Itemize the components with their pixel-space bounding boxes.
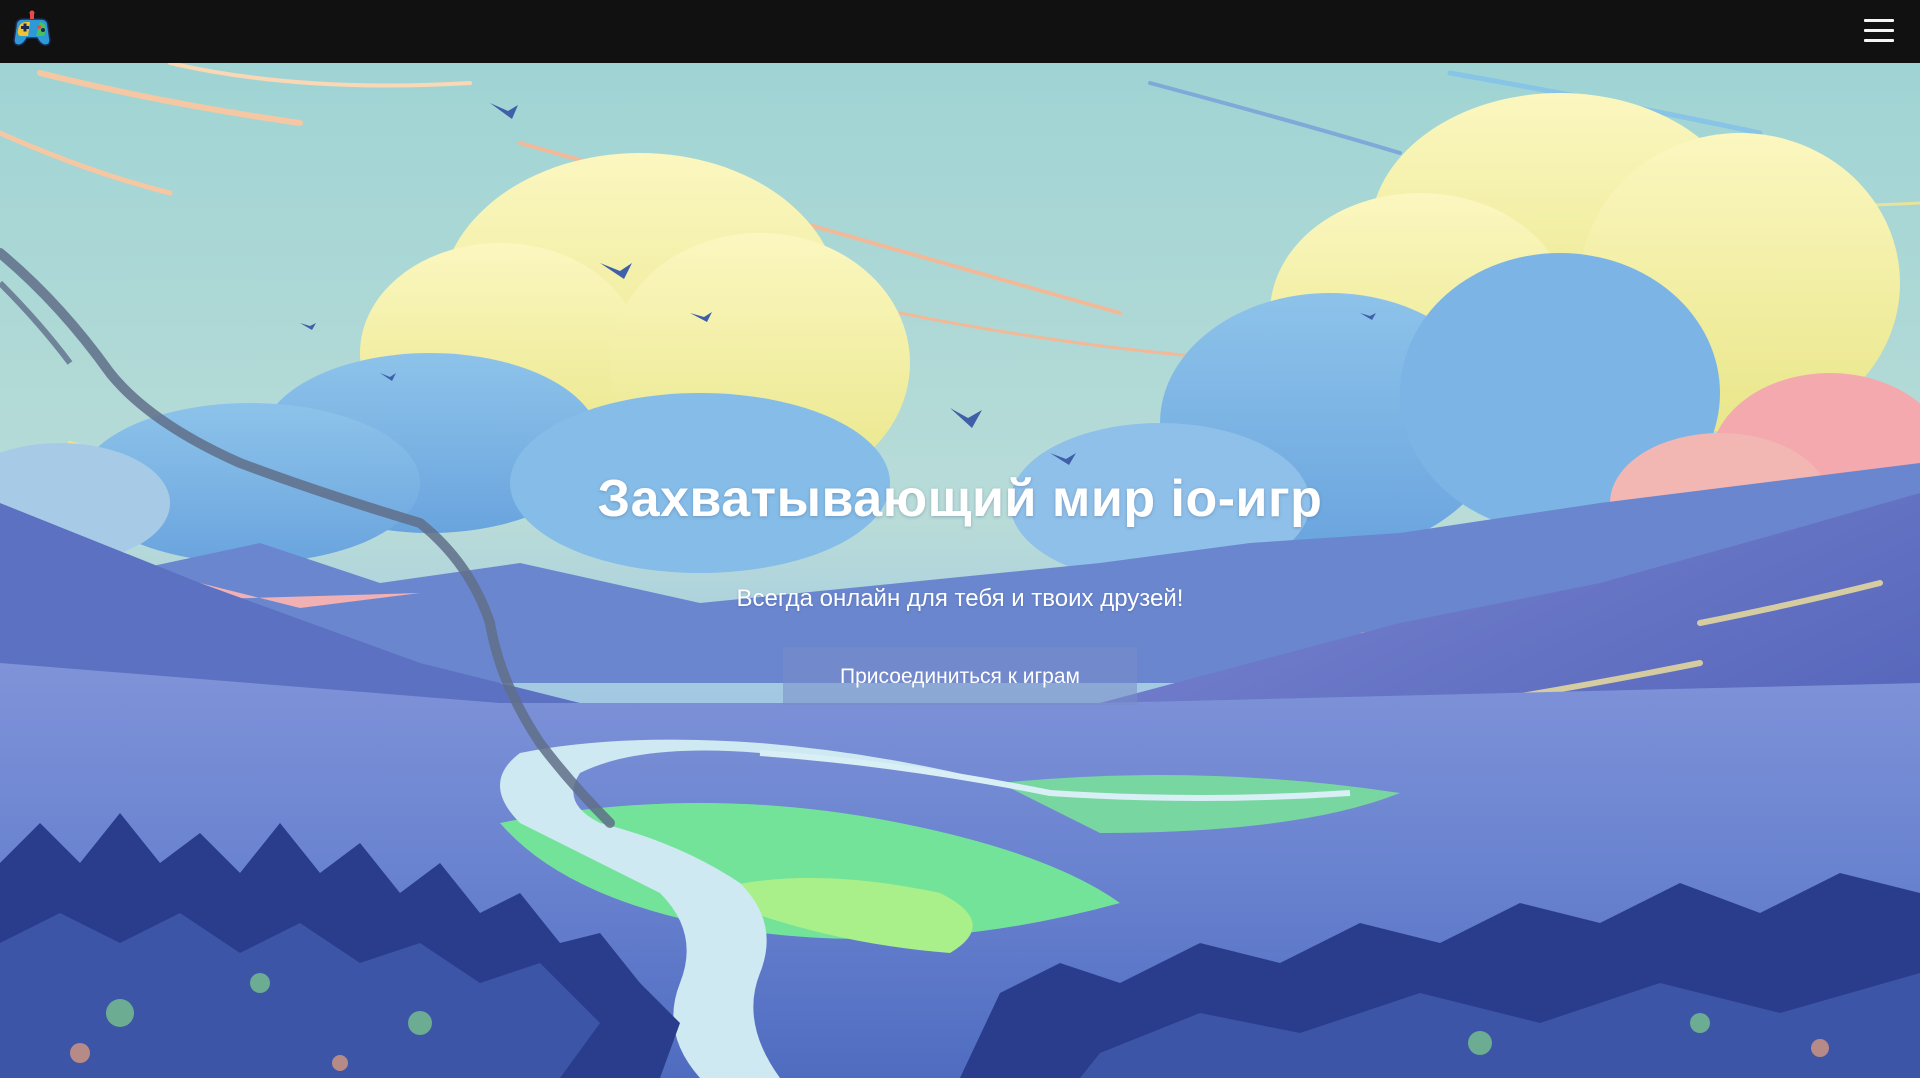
hero-subtitle: Всегда онлайн для тебя и твоих друзей! — [736, 585, 1184, 612]
join-games-button[interactable]: Присоединиться к играм — [783, 647, 1137, 705]
hero-title: Захватывающий мир io-игр — [597, 470, 1323, 528]
hero-section: Захватывающий мир io-игр Всегда онлайн д… — [0, 63, 1920, 1078]
menu-bar-bottom — [1864, 39, 1894, 42]
top-navigation-bar — [0, 0, 1920, 63]
hamburger-menu-icon[interactable] — [1862, 14, 1898, 48]
page: Захватывающий мир io-игр Всегда онлайн д… — [0, 0, 1920, 1078]
menu-bar-middle — [1864, 29, 1894, 32]
hero-content: Захватывающий мир io-игр Всегда онлайн д… — [0, 63, 1920, 1078]
gamepad-icon[interactable] — [10, 8, 54, 52]
menu-bar-top — [1864, 19, 1894, 22]
